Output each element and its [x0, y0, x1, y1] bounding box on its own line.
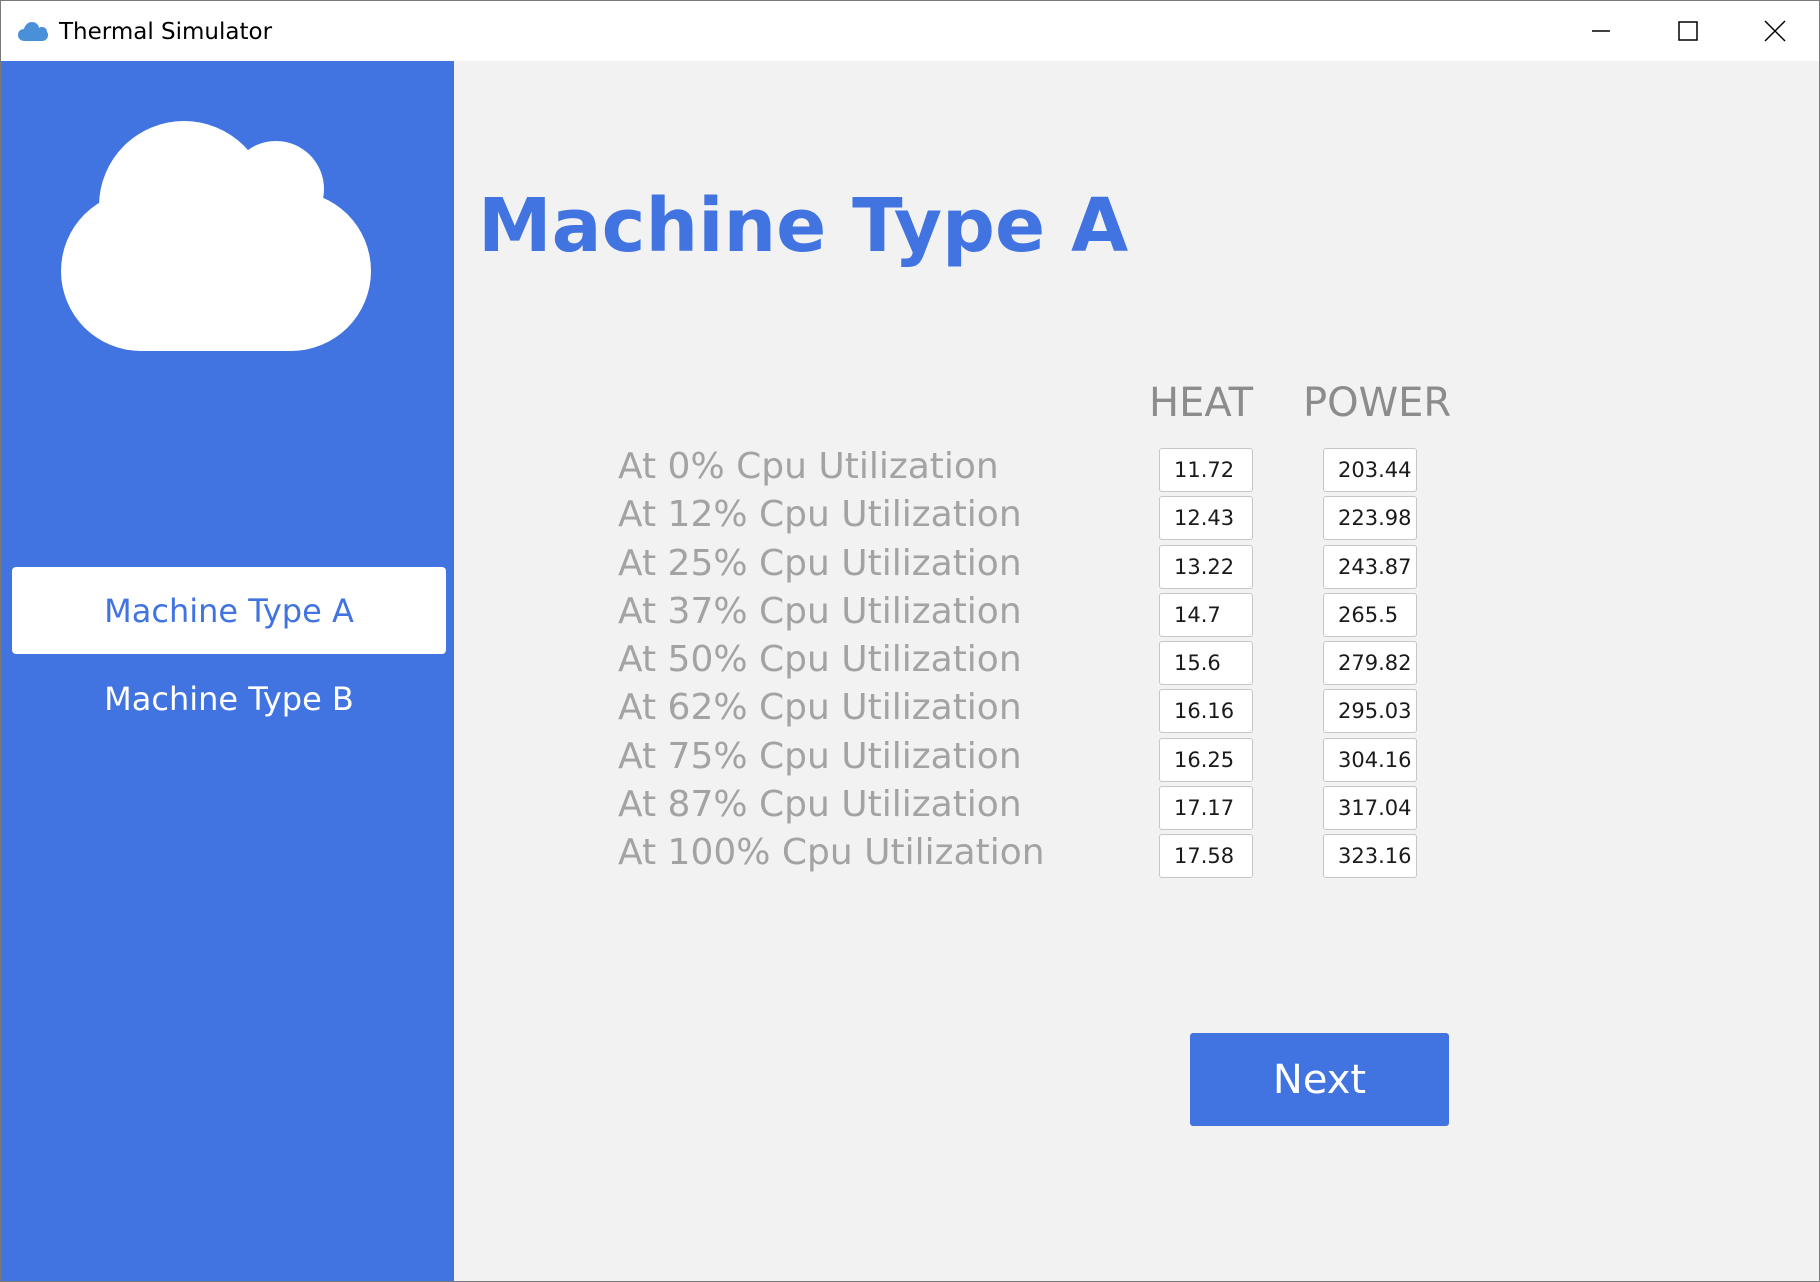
row-label: At 0% Cpu Utilization	[618, 446, 999, 487]
sidebar: Machine Type A Machine Type B	[1, 61, 454, 1281]
power-column-header: POWER	[1303, 380, 1452, 426]
power-input[interactable]	[1323, 448, 1417, 492]
heat-input[interactable]	[1159, 689, 1253, 733]
row-label: At 100% Cpu Utilization	[618, 832, 1045, 873]
row-label: At 37% Cpu Utilization	[618, 591, 1022, 632]
heat-input[interactable]	[1159, 738, 1253, 782]
minimize-button[interactable]	[1557, 1, 1644, 61]
heat-input[interactable]	[1159, 545, 1253, 589]
row-label: At 75% Cpu Utilization	[618, 736, 1022, 777]
row-label: At 50% Cpu Utilization	[618, 639, 1022, 680]
app-window: Thermal Simulator Machine Type A Machine…	[0, 0, 1820, 1282]
sidebar-item-machine-type-b[interactable]: Machine Type B	[12, 655, 446, 742]
sidebar-item-label: Machine Type A	[104, 591, 354, 630]
power-input[interactable]	[1323, 786, 1417, 830]
next-button[interactable]: Next	[1190, 1033, 1449, 1126]
title-bar[interactable]: Thermal Simulator	[1, 1, 1819, 61]
sidebar-item-label: Machine Type B	[104, 679, 354, 718]
cloud-icon	[61, 121, 371, 351]
heat-column-header: HEAT	[1149, 380, 1254, 426]
heat-input[interactable]	[1159, 496, 1253, 540]
row-label: At 87% Cpu Utilization	[618, 784, 1022, 825]
heat-input[interactable]	[1159, 593, 1253, 637]
power-input[interactable]	[1323, 593, 1417, 637]
minimize-icon	[1591, 30, 1610, 32]
power-input[interactable]	[1323, 689, 1417, 733]
power-input[interactable]	[1323, 641, 1417, 685]
power-input[interactable]	[1323, 738, 1417, 782]
cloud-icon	[18, 22, 48, 41]
row-label: At 25% Cpu Utilization	[618, 543, 1022, 584]
heat-input[interactable]	[1159, 448, 1253, 492]
close-icon	[1763, 20, 1786, 42]
page-title: Machine Type A	[478, 183, 1129, 269]
row-label: At 62% Cpu Utilization	[618, 687, 1022, 728]
close-button[interactable]	[1731, 1, 1818, 61]
power-input[interactable]	[1323, 834, 1417, 878]
heat-input[interactable]	[1159, 834, 1253, 878]
power-input[interactable]	[1323, 496, 1417, 540]
maximize-icon	[1677, 21, 1698, 41]
power-input[interactable]	[1323, 545, 1417, 589]
sidebar-item-machine-type-a[interactable]: Machine Type A	[12, 567, 446, 654]
maximize-button[interactable]	[1644, 1, 1731, 61]
window-title: Thermal Simulator	[59, 19, 273, 45]
heat-input[interactable]	[1159, 786, 1253, 830]
row-label: At 12% Cpu Utilization	[618, 494, 1022, 535]
heat-input[interactable]	[1159, 641, 1253, 685]
